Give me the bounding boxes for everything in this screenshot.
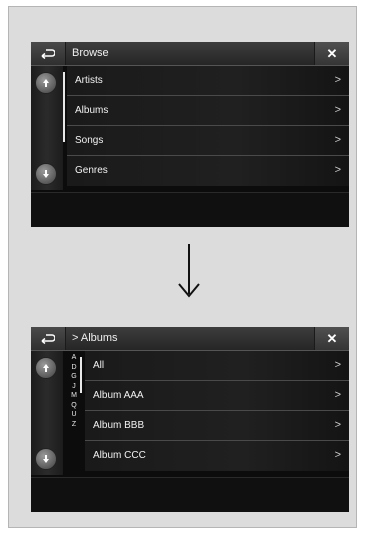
scroll-down-button[interactable] <box>35 163 57 185</box>
list-item-albums[interactable]: Albums > <box>67 96 349 126</box>
chevron-right-icon: > <box>334 164 341 176</box>
list-item-label: Artists <box>75 75 103 86</box>
back-arrow-icon <box>41 48 55 59</box>
alphabet-letter[interactable]: A <box>72 353 77 363</box>
back-arrow-icon <box>41 333 55 344</box>
chevron-right-icon: > <box>334 449 341 461</box>
illustration-frame: Browse ✕ Artists > Albums > Songs > Genr… <box>8 6 357 528</box>
albums-screen: > Albums ✕ A D G J M Q U Z All > Album A… <box>31 327 349 512</box>
list-item-artists[interactable]: Artists > <box>67 66 349 96</box>
screen-title: Browse <box>72 47 109 59</box>
chevron-right-icon: > <box>334 104 341 116</box>
chevron-right-icon: > <box>334 134 341 146</box>
list-item-label: All <box>93 360 105 371</box>
list-item-genres[interactable]: Genres > <box>67 156 349 186</box>
list-item-album-bbb[interactable]: Album BBB > <box>85 411 349 441</box>
back-button[interactable] <box>31 327 66 350</box>
chevron-right-icon: > <box>334 419 341 431</box>
alphabet-letter[interactable]: Z <box>72 420 76 430</box>
list-item-songs[interactable]: Songs > <box>67 126 349 156</box>
list-item-label: Album BBB <box>93 420 145 431</box>
browse-list: Artists > Albums > Songs > Genres > <box>67 66 349 190</box>
list-item-album-aaa[interactable]: Album AAA > <box>85 381 349 411</box>
close-button[interactable]: ✕ <box>314 327 349 350</box>
alphabet-letter[interactable]: M <box>71 391 77 401</box>
bottom-bar <box>31 192 349 227</box>
double-chevron-up-icon <box>43 79 49 87</box>
alphabet-index[interactable]: A D G J M Q U Z <box>67 353 81 473</box>
screen-title: > Albums <box>72 332 118 344</box>
albums-list: All > Album AAA > Album BBB > Album CCC … <box>85 351 349 475</box>
scroll-panel <box>31 351 63 475</box>
list-item-all[interactable]: All > <box>85 351 349 381</box>
list-item-label: Album CCC <box>93 450 146 461</box>
bottom-bar <box>31 477 349 512</box>
scroll-panel <box>31 66 63 190</box>
back-button[interactable] <box>31 42 66 65</box>
title-bar: > Albums ✕ <box>31 327 349 351</box>
browse-screen: Browse ✕ Artists > Albums > Songs > Genr… <box>31 42 349 227</box>
list-item-album-ccc[interactable]: Album CCC > <box>85 441 349 471</box>
double-chevron-down-icon <box>43 455 49 463</box>
scrollbar[interactable] <box>80 357 82 393</box>
alphabet-letter[interactable]: U <box>71 410 76 420</box>
alphabet-letter[interactable]: G <box>71 372 76 382</box>
chevron-right-icon: > <box>334 359 341 371</box>
scroll-up-button[interactable] <box>35 357 57 379</box>
double-chevron-up-icon <box>43 364 49 372</box>
list-item-label: Songs <box>75 135 104 146</box>
double-chevron-down-icon <box>43 170 49 178</box>
alphabet-letter[interactable]: Q <box>71 401 76 411</box>
list-item-label: Album AAA <box>93 390 144 401</box>
alphabet-letter[interactable]: J <box>72 382 76 392</box>
scrollbar[interactable] <box>63 72 65 142</box>
scroll-up-button[interactable] <box>35 72 57 94</box>
down-arrow-icon <box>178 244 200 298</box>
chevron-right-icon: > <box>334 389 341 401</box>
alphabet-letter[interactable]: D <box>71 363 76 373</box>
list-item-label: Genres <box>75 165 108 176</box>
title-bar: Browse ✕ <box>31 42 349 66</box>
list-item-label: Albums <box>75 105 109 116</box>
chevron-right-icon: > <box>334 74 341 86</box>
close-button[interactable]: ✕ <box>314 42 349 65</box>
scroll-down-button[interactable] <box>35 448 57 470</box>
